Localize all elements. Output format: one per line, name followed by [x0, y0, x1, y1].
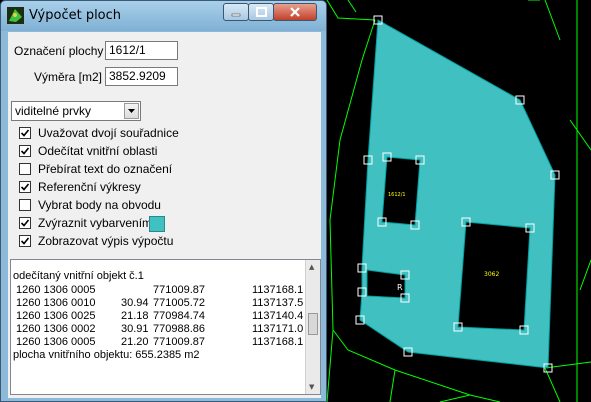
calculation-output[interactable]: odečítaný vnitřní objekt č.1 1260 1306 0…: [10, 259, 321, 395]
output-distance: 30.91: [121, 323, 149, 335]
option-label: Přebírat text do označení: [38, 162, 173, 176]
minimize-button[interactable]: [223, 3, 249, 21]
output-x: 1137168.1: [252, 336, 304, 348]
output-x: 1137137.5: [252, 297, 304, 309]
checkmark-icon: [20, 237, 30, 245]
dialog-client-area: Označení plochy 1612/1 Výměra [m2] 3852.…: [8, 32, 321, 398]
checkmark-icon: [20, 129, 30, 137]
close-icon: [290, 7, 300, 17]
maximize-button[interactable]: [248, 3, 274, 21]
output-distance: 21.18: [121, 310, 149, 322]
output-point-id: 1260 1306 0002: [16, 323, 96, 335]
checkmark-icon: [20, 147, 30, 155]
output-footer: plocha vnitřního objektu: 655.2385 m2: [13, 349, 200, 361]
checkbox[interactable]: [19, 163, 31, 175]
drawing-label-area: 3062: [484, 271, 499, 278]
close-button[interactable]: [273, 3, 317, 21]
parcel-field[interactable]: 1612/1: [105, 41, 178, 60]
element-scope-select[interactable]: viditelné prvky: [11, 101, 141, 121]
option-label: Odečítat vnitřní oblasti: [38, 144, 158, 158]
output-scrollbar[interactable]: ▲ ▼: [305, 260, 320, 394]
highlight-color-swatch[interactable]: [149, 216, 165, 232]
option-label: Zvýraznit vybarvením: [38, 216, 153, 230]
checkmark-icon: [20, 183, 30, 191]
output-y: 771009.87: [153, 336, 205, 348]
drawing-label-r: R: [397, 283, 403, 292]
scrollbar-thumb[interactable]: [308, 313, 318, 335]
checkbox[interactable]: [19, 235, 31, 247]
checkbox[interactable]: [19, 217, 31, 229]
checkmark-icon: [20, 219, 30, 227]
output-y: 771009.87: [153, 284, 205, 296]
output-y: 770984.74: [153, 310, 205, 322]
title-bar[interactable]: Výpočet ploch: [1, 1, 326, 31]
output-point-id: 1260 1306 0005: [16, 336, 96, 348]
output-point-id: 1260 1306 0005: [16, 284, 96, 296]
option-label: Vybrat body na obvodu: [38, 198, 161, 212]
checkbox[interactable]: [19, 181, 31, 193]
output-heading: odečítaný vnitřní objekt č.1: [13, 270, 144, 282]
output-y: 770988.86: [153, 323, 205, 335]
option-label: Zobrazovat výpis výpočtu: [38, 234, 174, 248]
app-icon: [7, 7, 24, 24]
minimize-icon: [231, 13, 241, 17]
checkbox[interactable]: [19, 199, 31, 211]
checkbox[interactable]: [19, 127, 31, 139]
area-label: Výměra [m2]: [34, 70, 103, 84]
checkbox[interactable]: [19, 145, 31, 157]
output-x: 1137140.4: [252, 310, 304, 322]
output-x: 1137171.0: [252, 323, 304, 335]
output-distance: 30.94: [121, 297, 149, 309]
chevron-down-icon[interactable]: [124, 103, 139, 119]
area-field[interactable]: 3852.9209: [105, 67, 178, 86]
scroll-up-icon[interactable]: ▲: [309, 263, 314, 271]
output-distance: 21.20: [121, 336, 149, 348]
option-label: Referenční výkresy: [38, 180, 141, 194]
window-title: Výpočet ploch: [29, 8, 122, 23]
drawing-label-parcel: 1612/1: [388, 192, 406, 198]
parcel-label: Označení plochy: [14, 44, 104, 58]
output-x: 1137168.1: [252, 284, 304, 296]
option-label: Uvažovat dvojí souřadnice: [38, 126, 179, 140]
scroll-down-icon[interactable]: ▼: [309, 383, 314, 391]
area-calculation-dialog: Výpočet ploch Označení plochy 1612/1 Vým…: [0, 0, 327, 402]
maximize-icon: [256, 7, 267, 17]
output-point-id: 1260 1306 0025: [16, 310, 96, 322]
output-y: 771005.72: [153, 297, 205, 309]
output-point-id: 1260 1306 0010: [16, 297, 96, 309]
element-scope-value: viditelné prvky: [15, 104, 92, 118]
